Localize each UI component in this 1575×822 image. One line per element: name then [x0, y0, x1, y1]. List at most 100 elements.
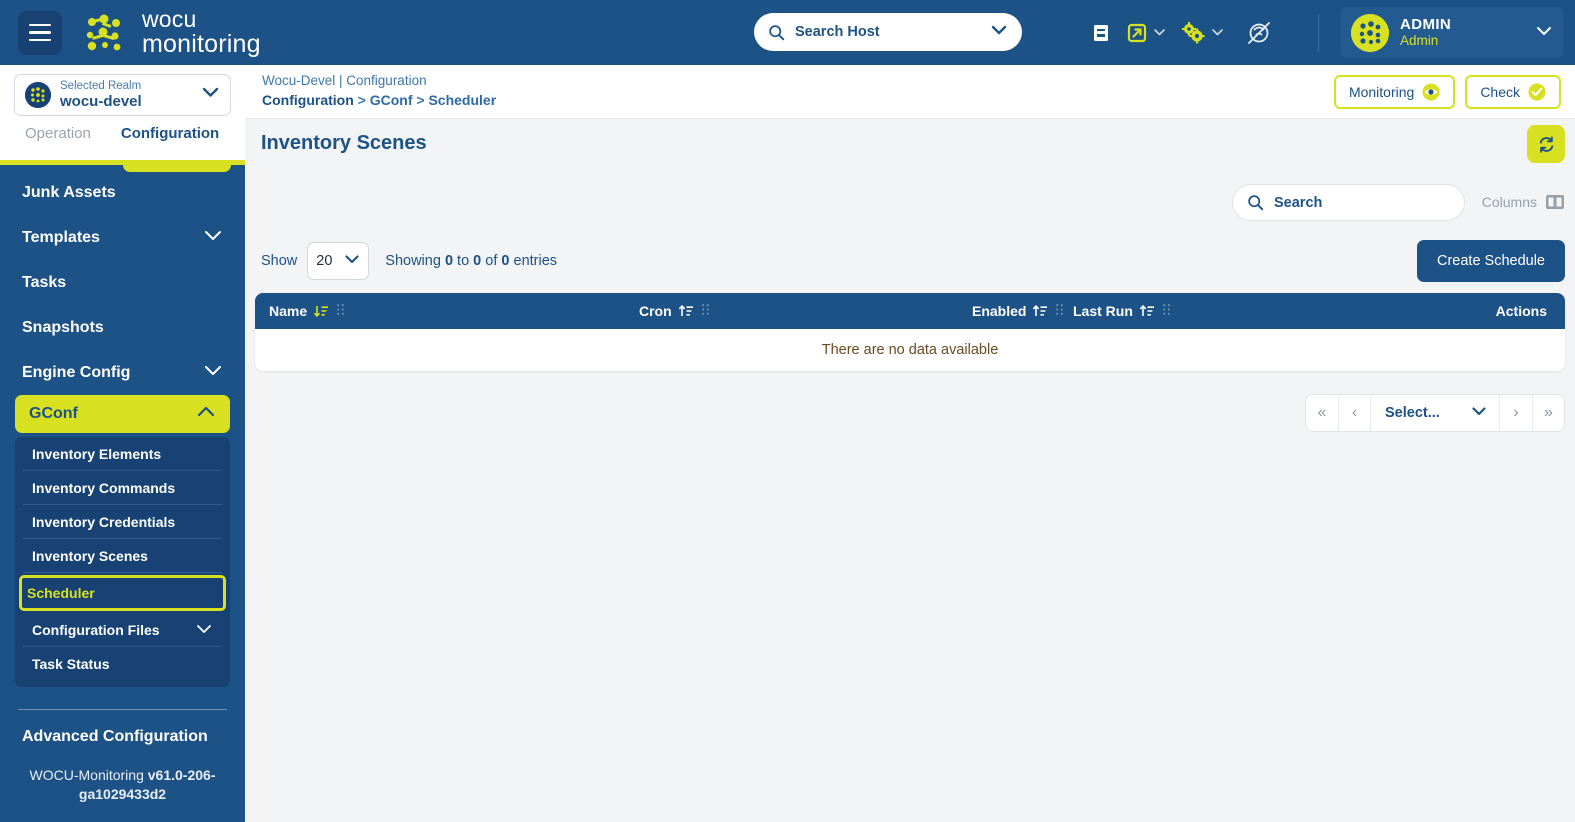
column-header-enabled[interactable]: Enabled: [972, 303, 1064, 319]
brand-line-1: wocu: [142, 6, 197, 32]
sidebar-item-configuration-files[interactable]: Configuration Files: [23, 613, 222, 647]
sidebar-item-label: Tasks: [22, 273, 67, 291]
realm-labels: Selected Realm wocu-devel: [60, 80, 142, 110]
eye-icon: [1422, 83, 1440, 101]
avatar: [1351, 13, 1389, 52]
docs-icon[interactable]: [1090, 22, 1112, 44]
column-label: Actions: [1495, 303, 1547, 319]
header-icon-group: [1090, 0, 1272, 65]
sidebar-item-task-status[interactable]: Task Status: [23, 647, 222, 681]
user-menu[interactable]: ADMIN Admin: [1341, 7, 1563, 58]
breadcrumb-mid[interactable]: GConf: [370, 92, 413, 108]
sort-asc-icon[interactable]: [1033, 304, 1048, 319]
pagination-first-button[interactable]: «: [1306, 395, 1338, 431]
sidebar-item-inventory-credentials[interactable]: Inventory Credentials: [23, 505, 222, 539]
drag-grip-icon[interactable]: [701, 303, 710, 319]
realm-caption: Selected Realm: [60, 79, 142, 92]
sort-asc-icon[interactable]: [1139, 304, 1155, 319]
monitoring-label: Monitoring: [1348, 84, 1415, 100]
chevron-down-icon[interactable]: [203, 364, 223, 382]
breadcrumb-bar: Wocu-Devel | Configuration Configuration…: [245, 65, 1575, 119]
header-divider: [1318, 14, 1319, 52]
hamburger-icon[interactable]: [18, 10, 62, 55]
sidebar-item-tasks[interactable]: Tasks: [0, 260, 245, 305]
sidebar-item-snapshots[interactable]: Snapshots: [0, 305, 245, 350]
chevron-down-icon[interactable]: [201, 86, 220, 104]
search-input[interactable]: Search: [1232, 184, 1465, 221]
empty-state-message: There are no data available: [821, 342, 999, 358]
drag-grip-icon[interactable]: [336, 303, 345, 319]
column-label: Name: [269, 303, 308, 319]
wocu-logo-icon: [86, 14, 121, 50]
external-link-icon[interactable]: [1126, 22, 1166, 44]
sort-asc-icon[interactable]: [678, 304, 694, 319]
breadcrumb-leaf[interactable]: Scheduler: [428, 92, 496, 108]
sidebar-item-inventory-elements[interactable]: Inventory Elements: [23, 437, 222, 471]
check-label: Check: [1480, 84, 1520, 100]
chevron-up-icon[interactable]: [196, 405, 216, 423]
chevron-down-icon[interactable]: [344, 253, 360, 269]
drag-grip-icon[interactable]: [1055, 303, 1064, 319]
refresh-button[interactable]: [1527, 125, 1565, 163]
chevron-down-icon[interactable]: [1451, 404, 1487, 422]
showing-entries-text: Showing 0 to 0 of 0 entries: [385, 253, 557, 269]
sidebar-item-label: Snapshots: [22, 318, 104, 336]
user-labels: ADMIN Admin: [1400, 16, 1451, 49]
sidebar-item-scheduler[interactable]: Scheduler: [19, 575, 226, 611]
showing-pre: Showing: [385, 253, 445, 269]
sidebar-item-junk-assets[interactable]: Junk Assets: [0, 170, 245, 215]
pagination-page-select[interactable]: Select...: [1370, 395, 1500, 431]
search-icon: [1248, 195, 1264, 211]
search-value: Search: [1274, 194, 1323, 211]
disabled-notifications-icon[interactable]: [1246, 20, 1272, 46]
column-label: Cron: [639, 303, 672, 319]
chevron-down-icon[interactable]: [203, 229, 223, 247]
sidebar-subitem-label: Inventory Credentials: [32, 513, 176, 530]
columns-label: Columns: [1481, 194, 1537, 210]
brand-line-2: monitoring: [142, 30, 261, 58]
column-header-cron[interactable]: Cron: [639, 303, 710, 319]
sidebar-item-label: Junk Assets: [22, 183, 116, 201]
top-header-bar: wocu monitoring Search Host ADMIN Admin: [0, 0, 1575, 65]
tab-operation[interactable]: Operation: [25, 121, 91, 142]
sidebar-item-inventory-scenes[interactable]: Inventory Scenes: [23, 539, 222, 573]
pagination-last-button[interactable]: »: [1532, 395, 1564, 431]
realm-selector[interactable]: Selected Realm wocu-devel: [14, 74, 231, 116]
monitoring-button[interactable]: Monitoring: [1333, 75, 1456, 109]
sidebar-subitem-label: Task Status: [32, 656, 110, 672]
refresh-icon: [1539, 135, 1553, 153]
check-button[interactable]: Check: [1465, 75, 1561, 109]
breadcrumb-root[interactable]: Configuration: [262, 92, 354, 108]
search-host-input[interactable]: Search Host: [754, 13, 1022, 51]
chevron-down-icon[interactable]: [195, 622, 213, 638]
brand-logo[interactable]: wocu monitoring: [84, 8, 261, 57]
search-icon: [769, 24, 785, 40]
tab-configuration[interactable]: Configuration: [121, 121, 219, 142]
chevron-down-icon[interactable]: [1211, 24, 1224, 42]
sidebar: Selected Realm wocu-devel Operation Conf…: [0, 65, 245, 822]
sidebar-menu: Junk Assets Templates Tasks Snapshots En…: [0, 170, 245, 804]
column-header-last-run[interactable]: Last Run: [1073, 303, 1171, 319]
realm-icon: [25, 82, 51, 108]
sidebar-item-advanced-configuration[interactable]: Advanced Configuration: [0, 728, 245, 746]
chevron-down-icon[interactable]: [990, 23, 1008, 41]
sidebar-subitem-label: Inventory Commands: [32, 479, 176, 496]
sidebar-item-gconf[interactable]: GConf: [15, 395, 230, 433]
column-header-name[interactable]: Name: [269, 303, 345, 319]
sidebar-item-engine-config[interactable]: Engine Config: [0, 350, 245, 395]
create-schedule-button[interactable]: Create Schedule: [1416, 240, 1565, 282]
chevron-down-icon[interactable]: [1153, 24, 1166, 42]
pagination-next-button[interactable]: ›: [1500, 395, 1532, 431]
top-action-buttons: Monitoring Check: [1333, 75, 1561, 109]
sidebar-item-inventory-commands[interactable]: Inventory Commands: [23, 471, 222, 505]
page-size-select[interactable]: 20: [307, 242, 370, 280]
version-info: WOCU-Monitoring v61.0-206-ga1029433d2: [0, 766, 245, 804]
sort-desc-icon[interactable]: [314, 304, 329, 319]
columns-toggle[interactable]: Columns: [1482, 193, 1565, 211]
sidebar-subitem-label: Scheduler: [27, 585, 95, 601]
drag-grip-icon[interactable]: [1162, 303, 1171, 319]
gears-icon[interactable]: [1180, 21, 1224, 45]
sidebar-item-templates[interactable]: Templates: [0, 215, 245, 260]
pagination-prev-button[interactable]: ‹: [1338, 395, 1370, 431]
chevron-down-icon[interactable]: [1535, 24, 1553, 42]
